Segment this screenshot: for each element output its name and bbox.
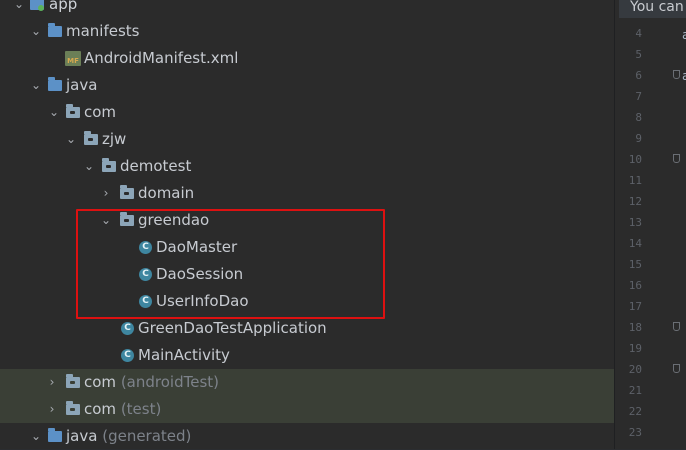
line-number: 9 [635,132,642,145]
tree-row-main-activity[interactable]: C MainActivity [0,342,614,369]
tree-label: com [84,103,117,121]
line-number: 10 [628,153,642,166]
chevron-right-icon[interactable]: › [46,369,58,396]
line-number: 5 [635,48,642,61]
class-icon: C [121,322,134,335]
package-icon [66,374,80,388]
chevron-right-icon[interactable]: › [46,396,58,423]
tree-label: demotest [120,157,192,175]
line-number: 7 [635,90,642,103]
tree-row-com[interactable]: ⌄ com [0,99,614,126]
tree-row-com-test[interactable]: › com (test) [0,396,614,423]
tree-label: AndroidManifest.xml [84,49,239,67]
line-number: 16 [628,279,642,292]
line-number: 11 [628,174,642,187]
tree-row-green-dao-test-application[interactable]: C GreenDaoTestApplication [0,315,614,342]
line-number: 6 [635,69,642,82]
chevron-down-icon[interactable]: ⌄ [30,423,42,450]
line-number: 14 [628,237,642,250]
chevron-down-icon[interactable]: ⌄ [13,0,25,18]
tree-row-java-generated[interactable]: ⌄ java (generated) [0,423,614,450]
tree-row-android-manifest[interactable]: MF AndroidManifest.xml [0,45,614,72]
project-tree-panel: ⌄ app ⌄ manifests MF AndroidManifest.xml… [0,0,614,449]
tree-row-domain[interactable]: › domain [0,180,614,207]
chevron-down-icon[interactable]: ⌄ [48,99,60,126]
fold-marker-icon[interactable] [673,364,680,373]
tree-label: MainActivity [138,346,230,364]
chevron-right-icon[interactable]: › [100,180,112,207]
fold-marker-icon[interactable] [673,154,680,163]
line-number: 17 [628,300,642,313]
line-number: 12 [628,195,642,208]
editor-notice-banner: You can [619,0,686,18]
package-icon [84,131,98,145]
tree-label: java (generated) [66,427,192,445]
tree-label: GreenDaoTestApplication [138,319,327,337]
line-number: 13 [628,216,642,229]
line-number: 21 [628,384,642,397]
line-number: 23 [628,426,642,439]
tree-row-zjw[interactable]: ⌄ zjw [0,126,614,153]
line-number: 8 [635,111,642,124]
chevron-down-icon[interactable]: ⌄ [30,18,42,45]
tree-row-manifests[interactable]: ⌄ manifests [0,18,614,45]
tree-label: com (androidTest) [84,373,219,391]
tree-label: domain [138,184,195,202]
tree-row-com-android-test[interactable]: › com (androidTest) [0,369,614,396]
folder-icon [48,23,62,37]
module-badge-icon [38,5,44,11]
chevron-down-icon[interactable]: ⌄ [65,126,77,153]
package-icon [66,104,80,118]
annotation-highlight-box [76,209,385,319]
package-icon [120,185,134,199]
line-number: 19 [628,342,642,355]
tree-row-app[interactable]: ⌄ app [0,0,614,18]
xml-file-icon: MF [65,51,81,66]
chevron-down-icon[interactable]: ⌄ [83,153,95,180]
code-fragment: a [682,28,686,42]
package-icon [102,158,116,172]
tree-label: com (test) [84,400,162,418]
fold-marker-icon[interactable] [673,70,680,79]
tree-label: zjw [102,130,127,148]
line-number: 15 [628,258,642,271]
source-folder-icon [48,77,62,91]
tree-row-java[interactable]: ⌄ java [0,72,614,99]
line-number: 20 [628,363,642,376]
package-icon [66,401,80,415]
tree-row-demotest[interactable]: ⌄ demotest [0,153,614,180]
fold-marker-icon[interactable] [673,322,680,331]
line-number: 22 [628,405,642,418]
code-fragment: a [682,69,686,83]
class-icon: C [121,349,134,362]
line-number: 18 [628,321,642,334]
tree-label: manifests [66,22,140,40]
chevron-down-icon[interactable]: ⌄ [30,72,42,99]
tree-label: java [66,76,98,94]
generated-source-folder-icon [48,428,62,442]
tree-label: app [49,0,78,13]
line-number: 4 [635,27,642,40]
